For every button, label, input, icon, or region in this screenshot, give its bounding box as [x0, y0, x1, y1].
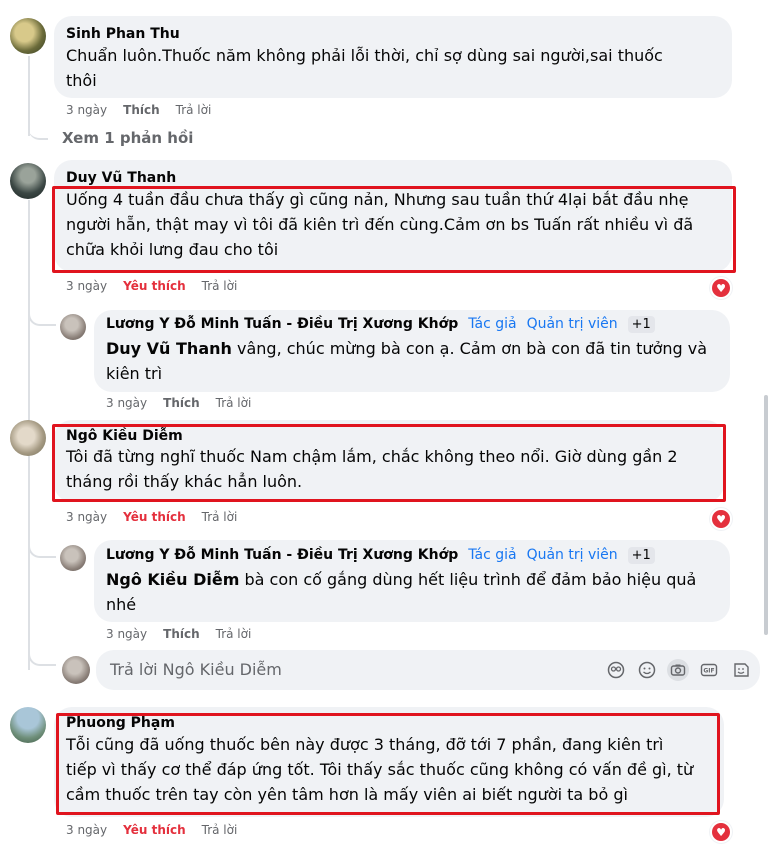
heart-icon: ♥	[712, 823, 730, 841]
comment-time[interactable]: 3 ngày	[66, 279, 107, 293]
current-user-avatar[interactable]	[62, 656, 90, 684]
reply-input-placeholder: Trả lời Ngô Kiều Diễm	[110, 660, 282, 679]
thread-elbow	[28, 110, 48, 140]
like-button[interactable]: Thích	[123, 103, 160, 117]
comment-actions: 3 ngày Yêu thích Trả lời	[66, 279, 253, 293]
avatar[interactable]	[60, 545, 86, 571]
comment-author: Lương Y Đỗ Minh Tuấn - Điều Trị Xương Kh…	[106, 316, 655, 333]
comment-text: Chuẩn luôn.Thuốc năm không phải lỗi thời…	[66, 46, 663, 90]
scrollbar[interactable]	[764, 395, 768, 635]
comment-actions: 3 ngày Thích Trả lời	[106, 627, 267, 641]
comment-time[interactable]: 3 ngày	[66, 823, 107, 837]
camera-icon[interactable]	[667, 659, 689, 681]
reply-button[interactable]: Trả lời	[176, 103, 212, 117]
admin-badge: Quản trị viên	[526, 547, 618, 563]
comment-actions: 3 ngày Thích Trả lời	[106, 396, 267, 410]
reply-button[interactable]: Trả lời	[202, 279, 238, 293]
comment-actions: 3 ngày Yêu thích Trả lời	[66, 823, 253, 837]
avatar[interactable]	[10, 420, 46, 456]
comment-time[interactable]: 3 ngày	[66, 103, 107, 117]
avatar[interactable]	[10, 163, 46, 199]
heart-icon: ♥	[712, 510, 730, 528]
avatar[interactable]	[10, 707, 46, 743]
comment-text: Tôi đã từng nghĩ thuốc Nam chậm lắm, chắ…	[66, 447, 678, 491]
like-button[interactable]: Thích	[163, 627, 200, 641]
avatar[interactable]	[60, 314, 86, 340]
svg-text:GIF: GIF	[703, 668, 714, 675]
heart-icon: ♥	[712, 279, 730, 297]
like-button[interactable]: Yêu thích	[123, 510, 186, 524]
thread-elbow	[28, 530, 56, 558]
avatar-sticker-icon[interactable]	[606, 660, 626, 680]
comment-actions: 3 ngày Thích Trả lời	[66, 103, 227, 117]
comment-text: Ngô Kiều Diễm bà con cố gắng dùng hết li…	[106, 567, 726, 617]
reply-button[interactable]: Trả lời	[216, 627, 252, 641]
reaction-badge[interactable]: ♥	[710, 508, 732, 530]
gif-icon[interactable]: GIF	[699, 660, 719, 680]
see-replies-link[interactable]: Xem 1 phản hồi	[62, 129, 193, 147]
comment-author[interactable]: Duy Vũ Thanh	[66, 170, 176, 186]
comment-text: Duy Vũ Thanh vâng, chúc mừng bà con ạ. C…	[106, 336, 726, 386]
more-badges[interactable]: +1	[627, 316, 655, 333]
mention-link[interactable]: Ngô Kiều Diễm	[106, 570, 239, 589]
comment-time[interactable]: 3 ngày	[106, 627, 147, 641]
author-badge: Tác giả	[468, 316, 517, 332]
comment-text: Tỗi cũng đã uống thuốc bên này được 3 th…	[66, 735, 694, 804]
emoji-icon[interactable]	[637, 660, 657, 680]
comment-actions: 3 ngày Yêu thích Trả lời	[66, 510, 253, 524]
comment-text: Uống 4 tuần đầu chưa thấy gì cũng nản, N…	[66, 190, 694, 259]
like-button[interactable]: Thích	[163, 396, 200, 410]
mention-link[interactable]: Duy Vũ Thanh	[106, 339, 232, 358]
more-badges[interactable]: +1	[627, 547, 655, 564]
author-name[interactable]: Lương Y Đỗ Minh Tuấn - Điều Trị Xương Kh…	[106, 547, 458, 563]
sticker-icon[interactable]	[731, 660, 751, 680]
comment-time[interactable]: 3 ngày	[106, 396, 147, 410]
thread-elbow	[28, 300, 56, 326]
admin-badge: Quản trị viên	[526, 316, 618, 332]
author-name[interactable]: Lương Y Đỗ Minh Tuấn - Điều Trị Xương Kh…	[106, 316, 458, 332]
comment-author[interactable]: Phuong Phạm	[66, 715, 175, 731]
reply-button[interactable]: Trả lời	[202, 823, 238, 837]
like-button[interactable]: Yêu thích	[123, 279, 186, 293]
avatar[interactable]	[10, 18, 46, 54]
author-badge: Tác giả	[468, 547, 517, 563]
comment-author: Lương Y Đỗ Minh Tuấn - Điều Trị Xương Kh…	[106, 547, 655, 564]
reply-button[interactable]: Trả lời	[202, 510, 238, 524]
comment-author[interactable]: Ngô Kiều Diễm	[66, 428, 183, 444]
thread-elbow	[28, 640, 56, 666]
comment-time[interactable]: 3 ngày	[66, 510, 107, 524]
like-button[interactable]: Yêu thích	[123, 823, 186, 837]
reply-button[interactable]: Trả lời	[216, 396, 252, 410]
comment-author[interactable]: Sinh Phan Thu	[66, 26, 180, 42]
reaction-badge[interactable]: ♥	[710, 277, 732, 299]
reaction-badge[interactable]: ♥	[710, 821, 732, 843]
